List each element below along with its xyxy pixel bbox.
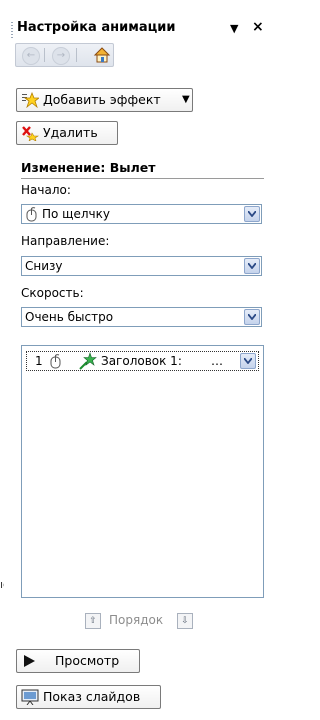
add-effect-star-icon: [22, 92, 39, 108]
nav-separator: [76, 48, 77, 62]
add-effect-label: Добавить эффект: [43, 92, 161, 107]
add-effect-dropdown-icon: ▼: [182, 94, 190, 105]
fly-in-effect-icon: [79, 352, 97, 370]
start-label: Начало:: [21, 183, 71, 197]
pane-menu-dropdown-icon[interactable]: ▼: [230, 22, 238, 35]
speed-dropdown-arrow[interactable]: [244, 309, 260, 325]
chevron-down-icon: [244, 358, 252, 364]
pane-title: Настройка анимации: [17, 20, 176, 35]
chevron-down-icon: [248, 211, 256, 217]
mouse-click-icon: [50, 354, 61, 369]
speed-value: Очень быстро: [25, 310, 114, 324]
section-divider: [21, 178, 264, 179]
mouse-click-icon: [26, 207, 37, 222]
start-dropdown-arrow[interactable]: [244, 206, 260, 222]
pane-close-icon[interactable]: ×: [252, 19, 264, 35]
remove-button[interactable]: Удалить: [16, 121, 118, 145]
reorder-label: Порядок: [109, 613, 164, 627]
effect-dropdown-arrow[interactable]: [240, 353, 256, 369]
forward-icon[interactable]: →: [52, 47, 70, 65]
move-up-icon[interactable]: ⇧: [85, 613, 101, 629]
custom-animation-pane: Настройка анимации ▼ × ← → Добавить эффе…: [4, 0, 269, 720]
effect-label-ellipsis: …: [211, 354, 223, 368]
play-icon: [24, 655, 35, 667]
speed-select[interactable]: Очень быстро: [21, 307, 262, 327]
pane-grip[interactable]: [11, 22, 13, 40]
change-section-title: Изменение: Вылет: [21, 160, 156, 175]
add-effect-button[interactable]: Добавить эффект ▼: [16, 88, 193, 112]
direction-value: Снизу: [25, 259, 63, 273]
start-select[interactable]: По щелчку: [21, 204, 262, 224]
effect-label: Заголовок 1:: [101, 354, 182, 368]
preview-button[interactable]: Просмотр: [16, 649, 140, 673]
home-icon[interactable]: [93, 46, 111, 64]
move-down-icon[interactable]: ⇩: [177, 613, 193, 629]
reorder-controls: ⇧ Порядок ⇩: [85, 611, 195, 631]
back-icon[interactable]: ←: [22, 47, 40, 65]
start-value: По щелчку: [42, 207, 110, 221]
remove-effect-icon: [22, 126, 39, 141]
remove-label: Удалить: [43, 125, 98, 140]
effect-order-number: 1: [35, 354, 43, 368]
direction-label: Направление:: [21, 234, 110, 248]
direction-dropdown-arrow[interactable]: [244, 258, 260, 274]
animation-effects-list[interactable]: 1 Заголовок 1: …: [21, 345, 264, 598]
pane-navigation-bar: ← →: [15, 43, 114, 67]
slideshow-label: Показ слайдов: [43, 689, 141, 704]
preview-label: Просмотр: [55, 653, 120, 668]
nav-separator: [44, 48, 45, 62]
slideshow-icon: [21, 689, 39, 705]
speed-label: Скорость:: [21, 286, 84, 300]
slideshow-button[interactable]: Показ слайдов: [16, 685, 161, 709]
chevron-down-icon: [248, 263, 256, 269]
list-item[interactable]: 1 Заголовок 1: …: [26, 351, 259, 371]
chevron-down-icon: [248, 314, 256, 320]
direction-select[interactable]: Снизу: [21, 256, 262, 276]
